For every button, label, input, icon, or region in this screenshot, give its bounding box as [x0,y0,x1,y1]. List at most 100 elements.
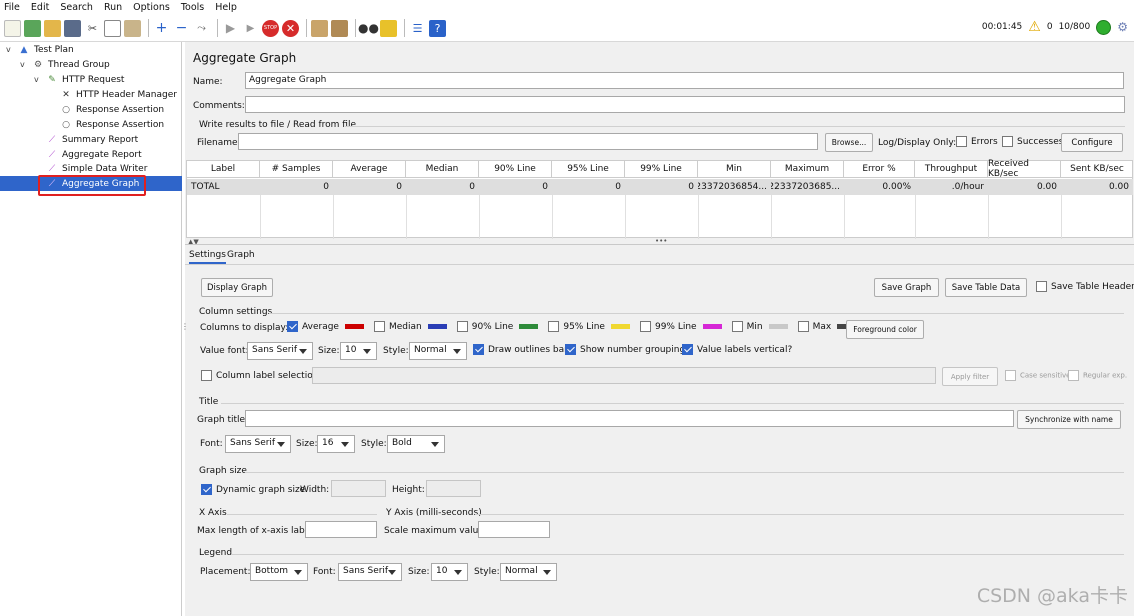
table-cell[interactable]: TOTAL [187,179,260,195]
warning-icon[interactable]: ⚠ [1028,19,1041,35]
width-field[interactable] [331,480,386,497]
reset-search-icon[interactable] [380,19,397,37]
dynamic-graph-size-checkbox[interactable]: Dynamic graph size [201,484,305,495]
title-font-size-select[interactable]: 16 [317,435,355,453]
show-number-grouping-checkbox[interactable]: Show number grouping? [565,344,690,355]
table-cell[interactable]: 0 [406,179,479,195]
function-helper-icon[interactable]: ☰ [409,20,426,37]
tree-item-simple-data-writer[interactable]: ⟋ Simple Data Writer [46,161,148,176]
legend-font-family-select[interactable]: Sans Serif [338,563,402,581]
table-cell[interactable]: 0 [552,179,625,195]
90-line-checkbox[interactable] [456,321,468,332]
title-font-style-select[interactable]: Bold [387,435,445,453]
regular-exp-checkbox-box[interactable] [1068,370,1079,381]
case-sensitive-checkbox[interactable]: Case sensitive [1005,370,1070,381]
column-label-filter-field[interactable] [312,367,936,384]
value-font-style-select[interactable]: Normal [409,342,467,360]
max-checkbox[interactable] [797,321,809,332]
menu-tools[interactable]: Tools [181,2,204,13]
table-header-error[interactable]: Error % [844,161,915,178]
search-icon[interactable]: ●● [358,20,379,37]
table-header-received[interactable]: Received KB/sec [988,159,1061,179]
menu-options[interactable]: Options [133,2,170,13]
new-icon[interactable] [4,19,21,37]
tree-item-aggregate-report[interactable]: ⟋ Aggregate Report [46,147,142,162]
tree-item-response-assertion[interactable]: ○ Response Assertion [60,102,164,117]
paste-icon[interactable] [124,19,141,37]
comments-field[interactable] [245,96,1125,113]
save-icon[interactable] [64,19,81,37]
column-label-selection-checkbox-box[interactable] [201,370,212,381]
apply-filter-button[interactable]: Apply filter [942,367,998,386]
toggle-icon[interactable]: ⤳ [193,20,210,37]
tree-expander[interactable]: v [20,60,25,69]
value-font-size-select[interactable]: 10 [340,342,377,360]
draw-outlines-checkbox-box[interactable] [473,344,484,355]
table-cell[interactable]: 0 [333,179,406,195]
table-header-90-line[interactable]: 90% Line [479,161,552,178]
table-header-sent[interactable]: Sent KB/sec [1061,161,1133,178]
regular-exp-checkbox[interactable]: Regular exp. [1068,370,1127,381]
placement-select[interactable]: Bottom [250,563,308,581]
errors-checkbox-box[interactable] [956,136,967,147]
configure-button[interactable]: Configure [1061,133,1123,152]
table-header-maximum[interactable]: Maximum [771,161,844,178]
table-cell[interactable]: 0 [479,179,552,195]
table-cell[interactable]: 9223372036854... [698,179,771,195]
table-header-samples[interactable]: # Samples [260,161,333,178]
tab-settings[interactable]: Settings [189,250,226,264]
column-label-selection-checkbox[interactable]: Column label selection: [201,370,321,381]
table-header-label[interactable]: Label [187,161,260,178]
value-font-family-select[interactable]: Sans Serif [247,342,313,360]
draw-outlines-checkbox[interactable]: Draw outlines bar? [473,344,573,355]
tab-graph[interactable]: Graph [227,250,255,260]
tree-item-http-request[interactable]: ✎ HTTP Request [46,72,124,87]
table-cell[interactable]: 0 [625,179,698,195]
open-icon[interactable] [44,19,61,37]
name-field[interactable]: Aggregate Graph [245,72,1124,89]
tree-item-thread-group[interactable]: ⚙ Thread Group [32,57,110,72]
tree-item-test-plan[interactable]: ▲ Test Plan [18,42,74,57]
successes-checkbox[interactable]: Successes [1002,136,1063,147]
show-number-grouping-checkbox-box[interactable] [565,344,576,355]
shutdown-icon[interactable]: ✕ [282,19,299,37]
save-table-data-button[interactable]: Save Table Data [945,278,1027,297]
table-header-95-line[interactable]: 95% Line [552,161,625,178]
value-labels-vertical-checkbox-box[interactable] [682,344,693,355]
tree-item-response-assertion[interactable]: ○ Response Assertion [60,117,164,132]
clear-icon[interactable] [311,19,328,37]
average-checkbox[interactable] [287,321,298,332]
save-table-header-checkbox[interactable]: Save Table Header [1036,281,1134,292]
99-line-checkbox[interactable] [639,321,651,332]
tree-item-summary-report[interactable]: ⟋ Summary Report [46,132,138,147]
filename-field[interactable] [238,133,818,150]
help-icon[interactable]: ? [429,19,446,37]
table-cell[interactable]: 0.00 [988,179,1061,195]
expand-icon[interactable]: + [153,20,170,37]
foreground-color-button[interactable]: Foreground color [846,320,924,339]
save-graph-button[interactable]: Save Graph [874,278,939,297]
value-labels-vertical-checkbox[interactable]: Value labels vertical? [682,344,792,355]
stop-icon[interactable]: STOP [262,19,279,37]
min-checkbox[interactable] [731,321,743,332]
tree-expander[interactable]: v [34,75,39,84]
table-header-min[interactable]: Min [698,161,771,178]
menu-search[interactable]: Search [60,2,93,13]
menu-run[interactable]: Run [104,2,122,13]
table-cell[interactable]: 0.00 [1061,179,1133,195]
browse-button[interactable]: Browse... [825,133,873,152]
table-header-99-line[interactable]: 99% Line [625,161,698,178]
drag-handle-icon[interactable]: ⋮ [181,322,189,331]
synchronize-with-name-button[interactable]: Synchronize with name [1017,410,1121,429]
start-icon[interactable]: ▶ [222,20,239,37]
menu-edit[interactable]: Edit [31,2,49,13]
dynamic-graph-size-checkbox-box[interactable] [201,484,212,495]
successes-checkbox-box[interactable] [1002,136,1013,147]
table-header-median[interactable]: Median [406,161,479,178]
table-cell[interactable]: .0/hour [915,179,988,195]
scale-max-field[interactable] [478,521,550,538]
table-header-throughput[interactable]: Throughput [915,161,988,178]
save-table-header-checkbox-box[interactable] [1036,281,1047,292]
menu-help[interactable]: Help [215,2,237,13]
max-length-x-field[interactable] [305,521,377,538]
